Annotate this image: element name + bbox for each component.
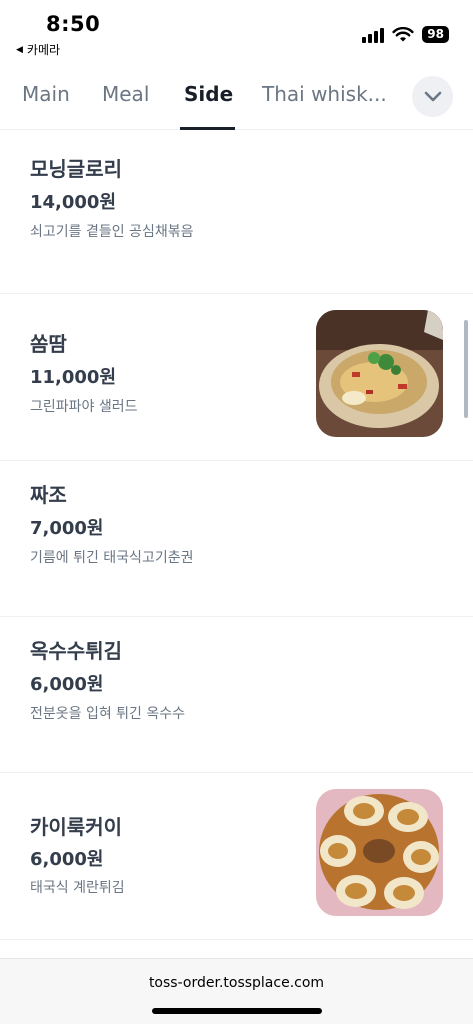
menu-item-description: 전분옷을 입혀 튀긴 옥수수: [30, 706, 186, 722]
menu-item-name: 카이룩커이: [30, 815, 122, 839]
menu-item-somtam[interactable]: 쏨땀 11,000원 그린파파야 샐러드: [0, 294, 473, 461]
menu-item-morning-glory[interactable]: 모닝글로리 14,000원 쇠고기를 곁들인 공심채볶음: [0, 131, 473, 294]
status-icons: 98: [362, 26, 449, 43]
cellular-signal-icon: [362, 27, 385, 43]
menu-item-khai-look-khoei[interactable]: 카이룩커이 6,000원 태국식 계란튀김: [0, 773, 473, 940]
expand-tabs-button[interactable]: [412, 76, 453, 117]
url-address[interactable]: toss-order.tossplace.com: [0, 975, 473, 991]
chevron-down-icon: [424, 91, 441, 101]
browser-url-bar: toss-order.tossplace.com: [0, 958, 473, 1024]
menu-list: 모닝글로리 14,000원 쇠고기를 곁들인 공심채볶음 쏨땀 11,000원 …: [0, 131, 473, 940]
khai-look-khoei-food-image: [316, 789, 443, 916]
menu-item-name: 쏨땀: [30, 332, 67, 356]
menu-item-price: 14,000원: [30, 192, 117, 213]
clock: 8:50: [46, 12, 101, 36]
home-indicator[interactable]: [152, 1008, 322, 1014]
status-bar: 8:50 ◀ 카메라 98: [0, 0, 473, 62]
back-triangle-icon: ◀: [16, 44, 23, 55]
menu-item-description: 기름에 튀긴 태국식고기춘권: [30, 550, 194, 566]
menu-item-chaejo[interactable]: 짜조 7,000원 기름에 튀긴 태국식고기춘권: [0, 461, 473, 617]
tab-side[interactable]: Side: [184, 82, 233, 106]
menu-item-description: 태국식 계란튀김: [30, 880, 125, 896]
active-tab-indicator: [180, 127, 235, 130]
menu-item-description: 쇠고기를 곁들인 공심채볶음: [30, 224, 194, 240]
menu-item-name: 짜조: [30, 483, 67, 507]
tab-main[interactable]: Main: [22, 82, 70, 106]
back-to-app-link[interactable]: ◀ 카메라: [16, 41, 60, 58]
menu-item-price: 7,000원: [30, 518, 104, 539]
somtam-food-image: [316, 310, 443, 437]
tab-meal[interactable]: Meal: [102, 82, 149, 106]
menu-item-price: 11,000원: [30, 367, 117, 388]
wifi-icon: [392, 26, 414, 41]
category-tabs: Main Meal Side Thai whisk...: [0, 70, 473, 130]
battery-indicator: 98: [422, 26, 449, 43]
menu-item-price: 6,000원: [30, 849, 104, 870]
tab-thai-whisky[interactable]: Thai whisk...: [262, 82, 387, 106]
menu-item-corn-fritter[interactable]: 옥수수튀김 6,000원 전분옷을 입혀 튀긴 옥수수: [0, 617, 473, 773]
menu-item-description: 그린파파야 샐러드: [30, 399, 138, 415]
menu-item-name: 모닝글로리: [30, 157, 122, 181]
menu-item-price: 6,000원: [30, 674, 104, 695]
menu-item-name: 옥수수튀김: [30, 639, 122, 663]
scrollbar[interactable]: [464, 320, 468, 418]
back-app-label: 카메라: [26, 43, 61, 57]
